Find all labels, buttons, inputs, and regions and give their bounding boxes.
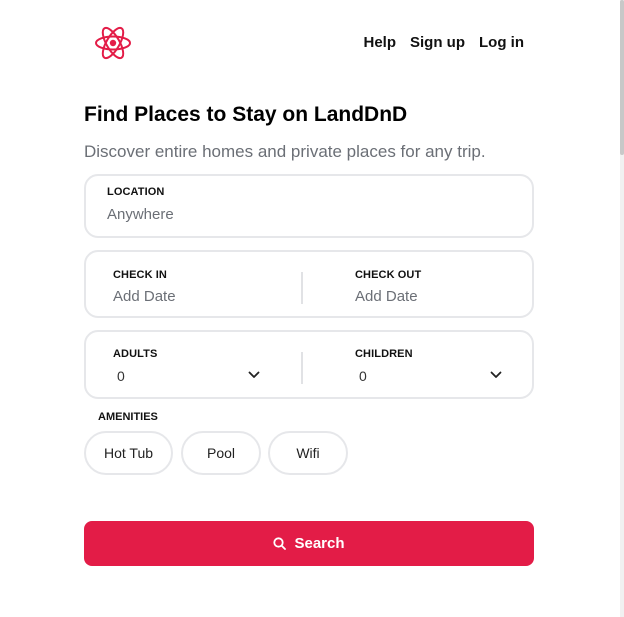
- location-label: LOCATION: [107, 186, 165, 198]
- help-link[interactable]: Help: [363, 34, 396, 51]
- guests-field-group: ADULTS 0 CHILDREN 0: [84, 330, 534, 399]
- adults-label: ADULTS: [113, 348, 158, 360]
- chevron-down-icon[interactable]: [248, 371, 260, 379]
- checkin-label: CHECK IN: [113, 269, 167, 281]
- children-label: CHILDREN: [355, 348, 413, 360]
- children-select[interactable]: 0: [359, 368, 367, 384]
- page-scrollbar[interactable]: [620, 0, 624, 617]
- adults-select[interactable]: 0: [117, 368, 125, 384]
- search-icon: [273, 537, 287, 550]
- checkout-label: CHECK OUT: [355, 269, 422, 281]
- location-field[interactable]: LOCATION Anywhere: [84, 174, 534, 238]
- scrollbar-thumb[interactable]: [620, 0, 624, 155]
- checkout-input[interactable]: Add Date: [355, 288, 418, 305]
- signup-link[interactable]: Sign up: [410, 34, 465, 51]
- guests-divider: [301, 352, 303, 384]
- page-title: Find Places to Stay on LandDnD: [84, 103, 408, 126]
- login-link[interactable]: Log in: [479, 34, 524, 51]
- chevron-down-icon[interactable]: [490, 371, 502, 379]
- amenity-pool-chip[interactable]: Pool: [181, 431, 261, 475]
- search-button-label: Search: [294, 535, 345, 552]
- search-button[interactable]: Search: [84, 521, 534, 566]
- amenity-wifi-chip[interactable]: Wifi: [268, 431, 348, 475]
- top-nav: Help Sign up Log in: [363, 34, 524, 51]
- location-input[interactable]: Anywhere: [107, 206, 174, 223]
- dates-divider: [301, 272, 303, 304]
- checkin-input[interactable]: Add Date: [113, 288, 176, 305]
- page-subtitle: Discover entire homes and private places…: [84, 142, 486, 161]
- amenity-hot-tub-chip[interactable]: Hot Tub: [84, 431, 173, 475]
- react-atom-icon[interactable]: [94, 25, 132, 61]
- amenities-label: AMENITIES: [98, 411, 158, 423]
- dates-field-group: CHECK IN Add Date CHECK OUT Add Date: [84, 250, 534, 318]
